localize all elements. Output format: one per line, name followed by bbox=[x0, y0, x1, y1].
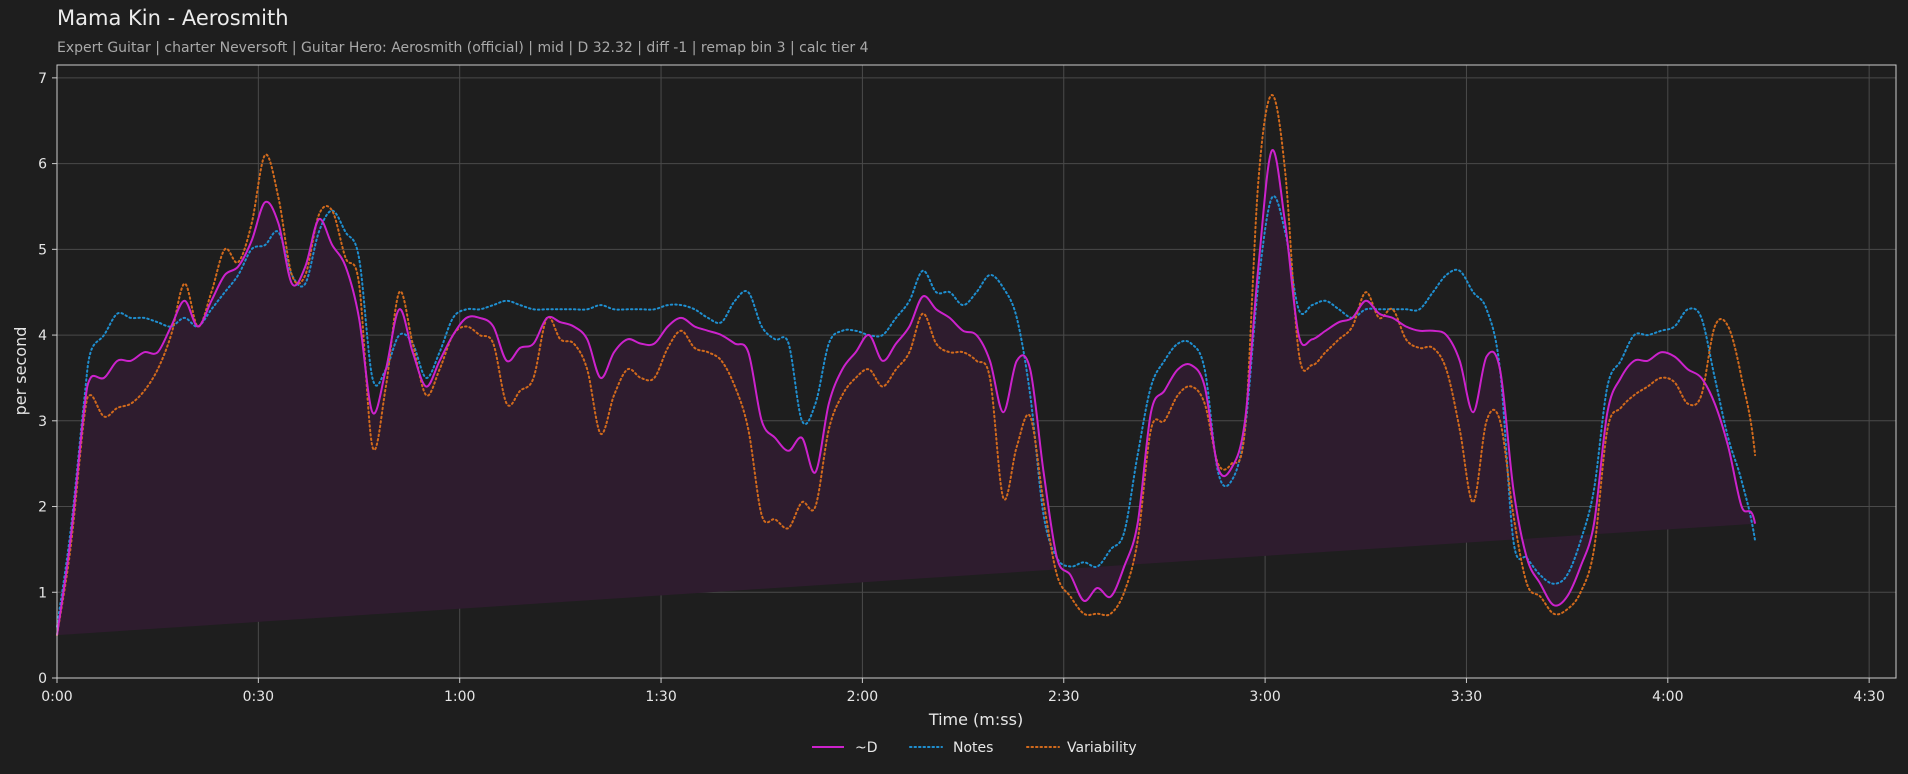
x-tick-label: 1:30 bbox=[645, 689, 676, 705]
x-tick-label: 4:30 bbox=[1853, 689, 1884, 705]
y-tick-label: 2 bbox=[38, 500, 47, 516]
x-tick-label: 2:00 bbox=[847, 689, 878, 705]
y-tick-label: 1 bbox=[38, 585, 47, 601]
x-axis-label: Time (m:ss) bbox=[928, 710, 1023, 729]
x-tick-label: 3:30 bbox=[1451, 689, 1482, 705]
x-tick-label: 0:30 bbox=[243, 689, 274, 705]
x-tick-label: 1:00 bbox=[444, 689, 475, 705]
x-axis-ticks: 0:00 0:30 1:00 1:30 2:00 2:30 3:00 3:30 4:00 4:30 bbox=[41, 678, 1885, 705]
x-tick-label: 2:30 bbox=[1048, 689, 1079, 705]
x-tick-label: 0:00 bbox=[41, 689, 72, 705]
x-tick-label: 4:00 bbox=[1652, 689, 1683, 705]
y-tick-label: 6 bbox=[38, 157, 47, 173]
y-tick-label: 7 bbox=[38, 71, 47, 87]
legend: ~D Notes Variability bbox=[812, 740, 1137, 756]
y-axis-ticks: 0 1 2 3 4 5 6 7 bbox=[38, 71, 57, 687]
chart-canvas: 0:00 0:30 1:00 1:30 2:00 2:30 3:00 3:30 4:00 4:30… bbox=[11, 64, 1897, 756]
y-tick-label: 3 bbox=[38, 414, 47, 430]
legend-label: ~D bbox=[855, 740, 878, 756]
legend-label: Notes bbox=[953, 740, 993, 756]
y-tick-label: 0 bbox=[38, 671, 47, 687]
y-tick-label: 4 bbox=[38, 328, 47, 344]
x-tick-label: 3:00 bbox=[1249, 689, 1280, 705]
y-tick-label: 5 bbox=[38, 242, 47, 258]
legend-label: Variability bbox=[1067, 740, 1137, 756]
y-axis-label: per second bbox=[11, 327, 30, 416]
